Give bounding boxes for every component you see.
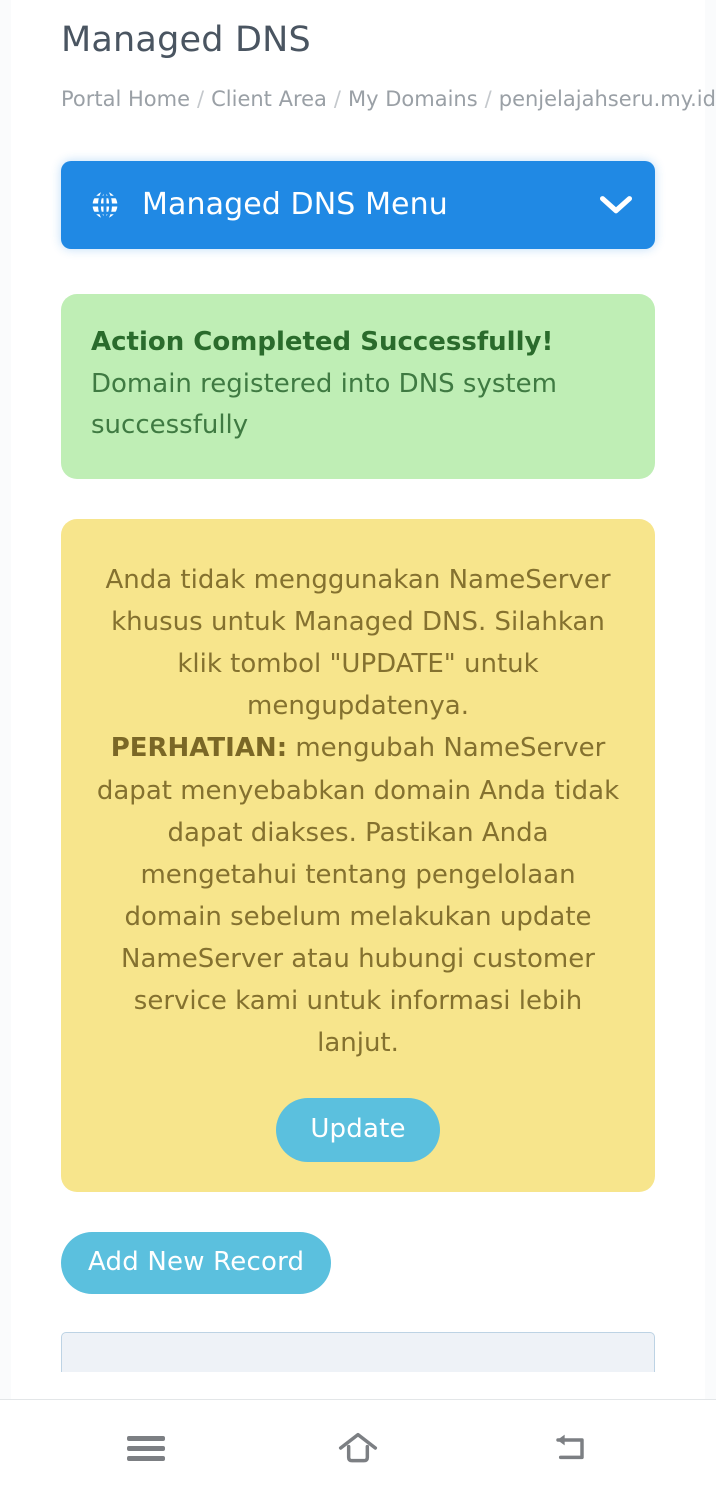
nameserver-warning-alert: Anda tidak menggunakan NameServer khusus… <box>61 518 655 1193</box>
browser-viewport: Managed DNS Portal Home / Client Area / My D… <box>0 0 716 1399</box>
breadcrumb-separator: / <box>484 86 492 111</box>
breadcrumb-separator: / <box>333 86 341 111</box>
managed-dns-menu-toggle[interactable]: Managed DNS Menu <box>61 160 655 249</box>
dns-records-panel <box>61 1332 655 1373</box>
add-new-record-button[interactable]: Add New Record <box>61 1232 332 1295</box>
update-nameserver-button[interactable]: Update <box>276 1098 440 1163</box>
recent-apps-icon <box>127 1435 165 1461</box>
breadcrumb-separator: / <box>197 86 205 111</box>
chevron-down-icon[interactable] <box>599 194 633 216</box>
home-icon <box>338 1432 378 1463</box>
back-button[interactable] <box>510 1413 630 1483</box>
page-title: Managed DNS <box>61 20 311 60</box>
success-alert-title: Action Completed Successfully! <box>91 326 554 357</box>
breadcrumb-item-domain[interactable]: penjelajahseru.my.id <box>499 87 716 111</box>
home-button[interactable] <box>298 1413 418 1483</box>
back-icon <box>556 1434 584 1460</box>
globe-icon <box>89 188 121 221</box>
warning-paragraph-1: Anda tidak menggunakan NameServer khusus… <box>105 564 611 722</box>
breadcrumb-item-portal-home[interactable]: Portal Home <box>61 87 190 111</box>
warning-notice-label: PERHATIAN: <box>110 733 288 764</box>
managed-dns-menu-label: Managed DNS Menu <box>142 187 448 222</box>
warning-paragraph-2: mengubah NameServer dapat menyebabkan do… <box>96 733 620 1059</box>
warning-alert-body: Anda tidak menggunakan NameServer khusus… <box>89 559 627 1064</box>
breadcrumb-item-my-domains[interactable]: My Domains <box>348 87 478 111</box>
success-alert: Action Completed Successfully! Domain re… <box>61 293 655 479</box>
android-navigation-bar <box>0 1399 716 1496</box>
breadcrumb: Portal Home / Client Area / My Domains / penje… <box>61 82 716 116</box>
success-alert-message: Domain registered into DNS system succes… <box>91 368 557 441</box>
breadcrumb-item-client-area[interactable]: Client Area <box>211 87 327 111</box>
recent-apps-button[interactable] <box>86 1413 206 1483</box>
page-content: Managed DNS Portal Home / Client Area / My D… <box>0 18 716 1373</box>
